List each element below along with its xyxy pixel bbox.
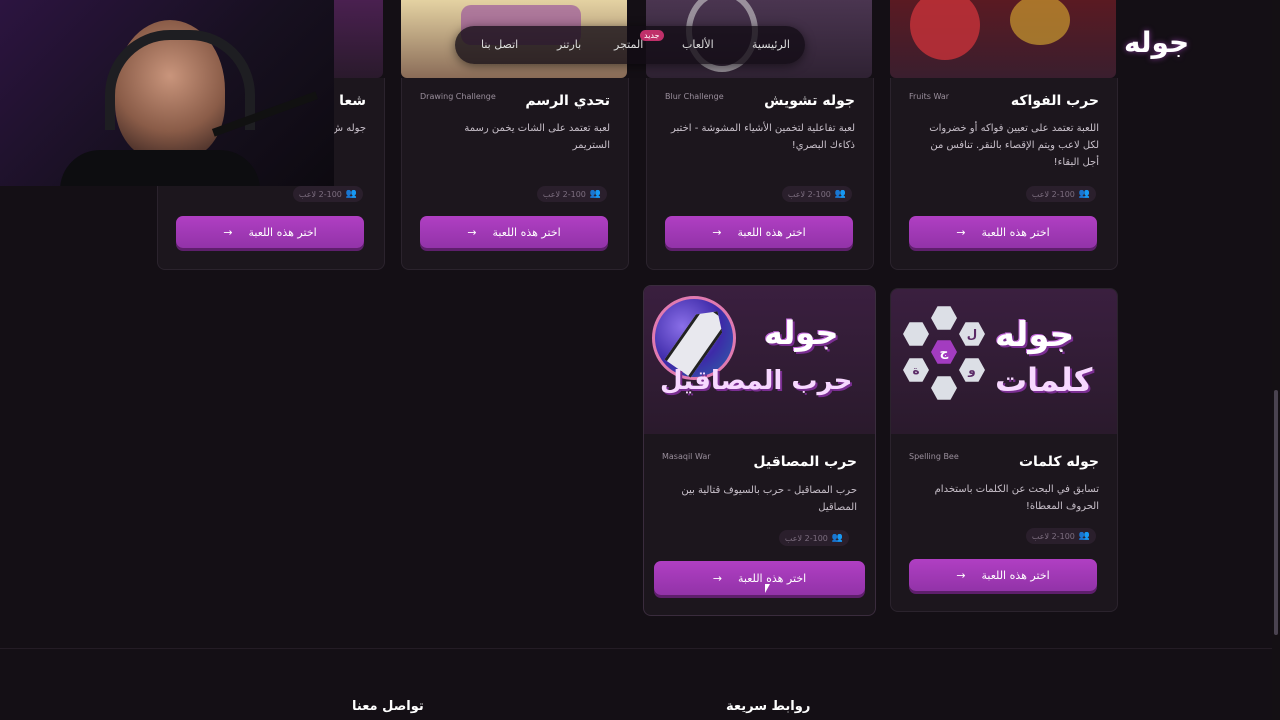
players-badge: 👥 2-100 لاعب [779, 530, 849, 546]
card-title: حرب المصاقيل [753, 454, 857, 470]
game-card-fruits-war: حرب الفواكه Fruits War اللعبة تعتمد على … [890, 78, 1118, 270]
choose-game-button[interactable]: اختر هذه اللعبة → [909, 216, 1097, 248]
card-banner-spelling-bee: ل ج و ة جوله كلمات [891, 289, 1117, 434]
hex-tile: ج [931, 340, 957, 364]
button-label: اختر هذه اللعبة [492, 225, 561, 239]
arrow-left-icon: → [712, 571, 723, 585]
card-description: حرب المصاقيل - حرب بالسيوف قتالية بين ال… [681, 485, 857, 513]
button-label: اختر هذه اللعبة [981, 568, 1050, 582]
players-badge: 👥 2-100 لاعب [782, 186, 852, 202]
choose-game-button[interactable]: اختر هذه اللعبة → [420, 216, 608, 248]
hex-tile [931, 376, 957, 400]
card-english-title: Blur Challenge [665, 92, 724, 101]
button-label: اختر هذه اللعبة [738, 571, 807, 585]
card-title: جوله كلمات [1018, 454, 1099, 470]
card-description: اللعبة تعتمد على تعيين فواكه أو خضروات ل… [929, 123, 1099, 168]
players-count: 2-100 لاعب [784, 533, 828, 543]
headphones-icon [105, 30, 255, 130]
card-description: لعبة تعتمد على الشات يخمن رسمة الستريمر [464, 123, 610, 151]
players-count: 2-100 لاعب [1031, 531, 1075, 541]
game-card-spelling-bee: ل ج و ة جوله كلمات جوله كلمات Spelling B… [890, 288, 1118, 612]
users-icon: 👥 [345, 189, 358, 199]
users-icon: 👥 [589, 189, 602, 199]
banner-art-title: جوله [995, 315, 1075, 355]
arrow-left-icon: → [956, 225, 966, 239]
players-count: 2-100 لاعب [1031, 189, 1075, 199]
players-badge: 👥 2-100 لاعب [537, 186, 607, 202]
card-title: شعا [339, 93, 366, 109]
webcam-overlay [0, 0, 334, 186]
nav-games[interactable]: الألعاب [682, 38, 714, 51]
card-english-title: Drawing Challenge [420, 92, 496, 101]
arrow-left-icon: → [712, 225, 722, 239]
nav-home[interactable]: الرئيسية [752, 38, 790, 51]
arrow-left-icon: → [467, 225, 477, 239]
footer-quick-links-heading: روابط سريعة [726, 699, 811, 714]
hex-tile: ة [903, 358, 929, 382]
hex-tile [931, 306, 957, 330]
players-count: 2-100 لاعب [787, 189, 831, 199]
mouse-cursor-icon [765, 584, 775, 593]
button-label: اختر هذه اللعبة [248, 225, 317, 239]
players-badge: 👥 2-100 لاعب [293, 186, 363, 202]
nav-contact[interactable]: اتصل بنا [481, 38, 518, 51]
users-icon: 👥 [834, 189, 847, 199]
players-count: 2-100 لاعب [298, 189, 342, 199]
nav-store[interactable]: المتجر [614, 38, 643, 51]
users-icon: 👥 [831, 533, 844, 543]
card-english-title: Fruits War [909, 92, 950, 101]
banner-art-title: جوله [764, 314, 839, 352]
game-card-masaqil-war: جوله حرب المصاقيل حرب المصاقيل Masaqil W… [643, 285, 876, 616]
game-card-drawing-challenge: تحدي الرسم Drawing Challenge لعبة تعتمد … [401, 78, 629, 270]
players-badge: 👥 2-100 لاعب [1026, 186, 1096, 202]
choose-game-button[interactable]: اختر هذه اللعبة → [909, 559, 1097, 591]
footer-contact-heading: تواصل معنا [352, 699, 424, 714]
card-description: تسابق في البحث عن الكلمات باستخدام الحرو… [934, 484, 1099, 512]
choose-game-button[interactable]: اختر هذه اللعبة → [665, 216, 853, 248]
site-logo[interactable]: جوله [1124, 26, 1190, 59]
hex-tile: ل [959, 322, 985, 346]
button-label: اختر هذه اللعبة [737, 225, 806, 239]
new-badge: جديد [640, 30, 664, 41]
footer-divider [0, 648, 1280, 649]
card-english-title: Spelling Bee [909, 452, 959, 461]
shirt [60, 150, 260, 186]
arrow-left-icon: → [223, 225, 233, 239]
game-card-blur-challenge: جوله تشويش Blur Challenge لعبة تفاعلية ل… [646, 78, 874, 270]
banner-art-subtitle: كلمات [995, 361, 1093, 399]
choose-game-button[interactable]: اختر هذه اللعبة → [654, 561, 865, 595]
players-badge: 👥 2-100 لاعب [1026, 528, 1096, 544]
card-banner-masaqil-war: جوله حرب المصاقيل [644, 286, 875, 434]
button-label: اختر هذه اللعبة [981, 225, 1050, 239]
choose-game-button[interactable]: اختر هذه اللعبة → [176, 216, 364, 248]
users-icon: 👥 [1078, 189, 1091, 199]
card-description: لعبة تفاعلية لتخمين الأشياء المشوشة - اخ… [671, 123, 855, 151]
hex-tile: و [959, 358, 985, 382]
hex-tile [903, 322, 929, 346]
scrollbar-thumb[interactable] [1274, 390, 1278, 635]
card-title: تحدي الرسم [525, 93, 610, 109]
card-title: جوله تشويش [764, 93, 855, 109]
users-icon: 👥 [1078, 531, 1091, 541]
banner-art-subtitle: حرب المصاقيل [660, 366, 853, 396]
arrow-left-icon: → [956, 568, 966, 582]
players-count: 2-100 لاعب [542, 189, 586, 199]
page-scrollbar[interactable] [1272, 0, 1280, 720]
card-title: حرب الفواكه [1010, 93, 1099, 109]
card-english-title: Masaqil War [662, 452, 711, 461]
nav-partner[interactable]: بارتنر [557, 38, 581, 51]
